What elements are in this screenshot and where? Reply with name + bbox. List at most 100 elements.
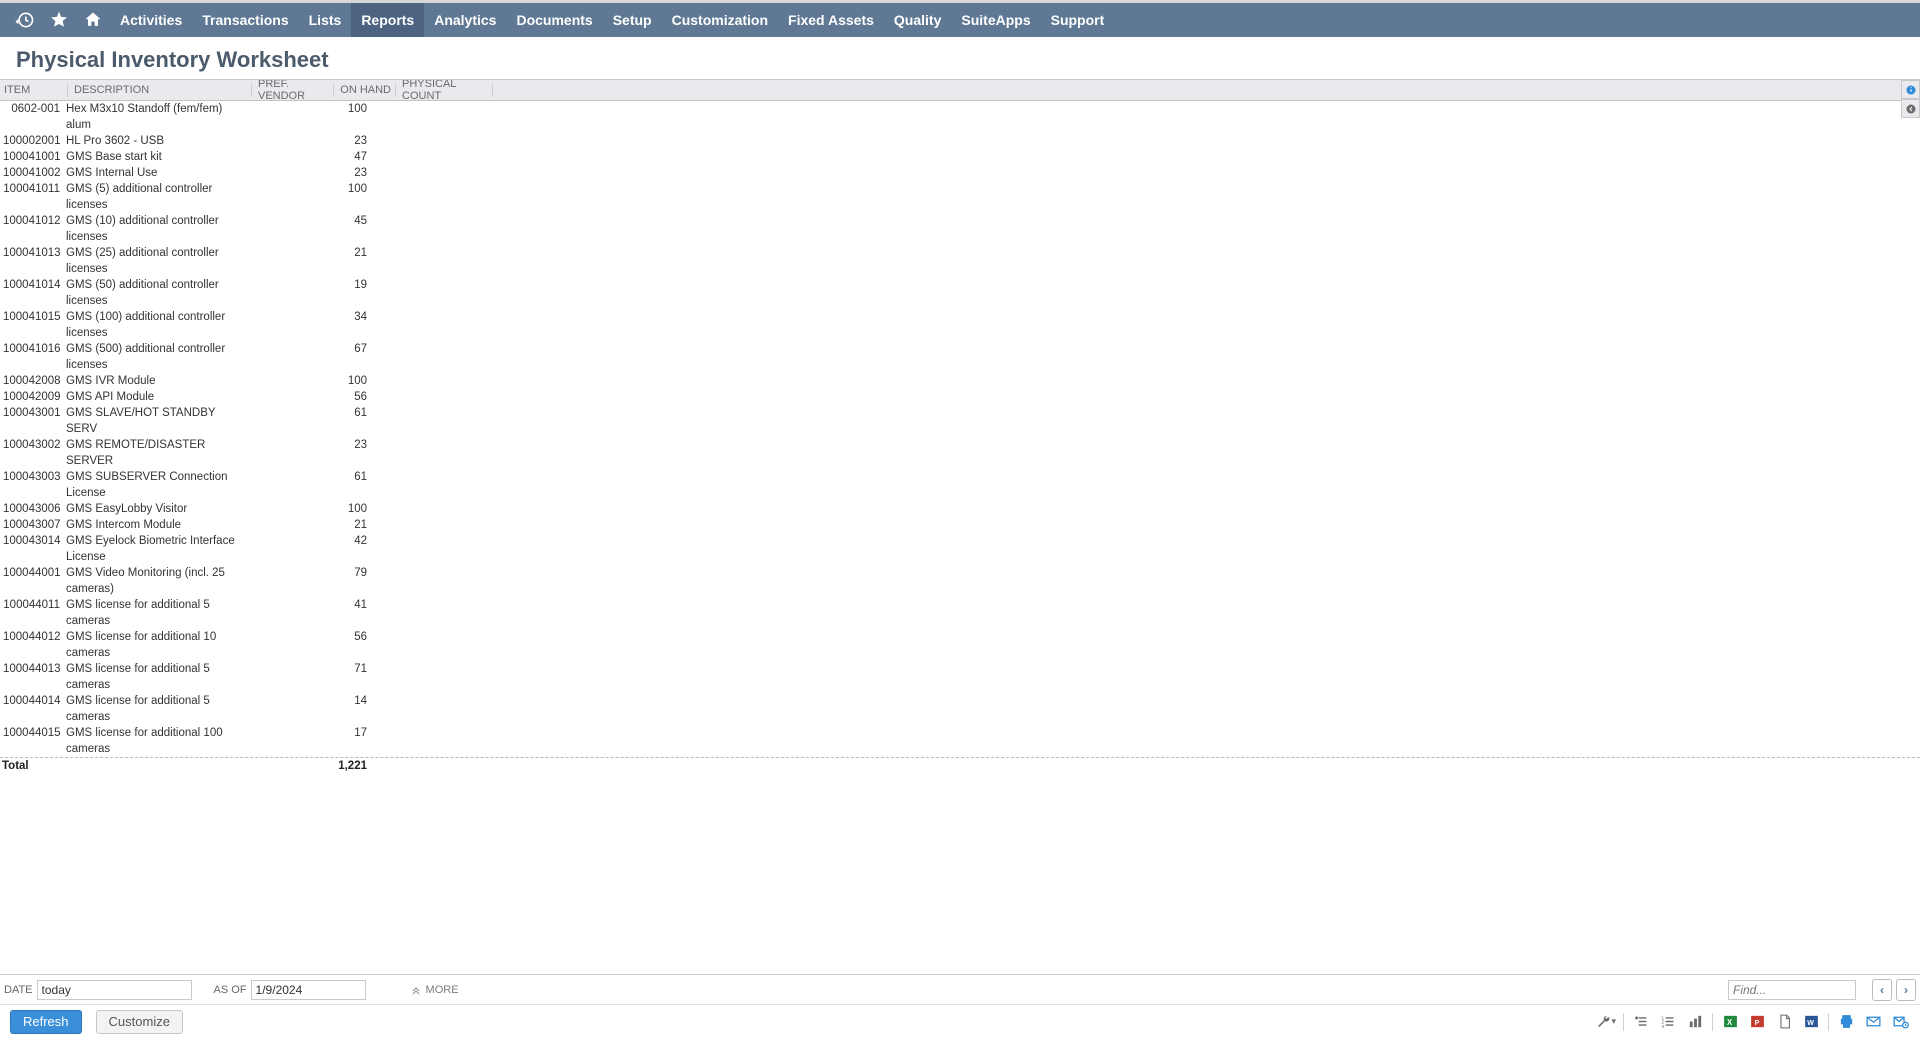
wrench-icon[interactable]: ▾ bbox=[1596, 1012, 1616, 1032]
print-icon[interactable] bbox=[1836, 1012, 1856, 1032]
collapse-icon[interactable] bbox=[1901, 99, 1920, 118]
cell-item: 100043014 bbox=[0, 533, 63, 549]
cell-onhand: 23 bbox=[315, 437, 370, 453]
table-total-row: Total1,221 bbox=[0, 757, 1920, 774]
table-row[interactable]: 100041016GMS (500) additional controller… bbox=[0, 341, 1920, 373]
customize-button[interactable]: Customize bbox=[96, 1010, 183, 1034]
cell-description: GMS (50) additional controller licenses bbox=[63, 277, 240, 309]
cell-onhand: 79 bbox=[315, 565, 370, 581]
nav-activities[interactable]: Activities bbox=[110, 3, 192, 37]
cell-item: 100041002 bbox=[0, 165, 63, 181]
cell-description: GMS (25) additional controller licenses bbox=[63, 245, 240, 277]
numbered-list-icon[interactable]: 123 bbox=[1658, 1012, 1678, 1032]
cell-onhand: 23 bbox=[315, 133, 370, 149]
cell-onhand: 47 bbox=[315, 149, 370, 165]
cell-item: 100044001 bbox=[0, 565, 63, 581]
refresh-button[interactable]: Refresh bbox=[10, 1010, 82, 1034]
table-row[interactable]: 0602-001Hex M3x10 Standoff (fem/fem) alu… bbox=[0, 101, 1920, 133]
cell-onhand: 100 bbox=[315, 501, 370, 517]
table-row[interactable]: 100044011GMS license for additional 5 ca… bbox=[0, 597, 1920, 629]
nav-transactions[interactable]: Transactions bbox=[192, 3, 298, 37]
cell-item: 100041012 bbox=[0, 213, 63, 229]
date-input[interactable] bbox=[37, 980, 192, 1000]
table-row[interactable]: 100041015GMS (100) additional controller… bbox=[0, 309, 1920, 341]
schedule-icon[interactable] bbox=[1890, 1012, 1910, 1032]
table-row[interactable]: 100043003GMS SUBSERVER Connection Licens… bbox=[0, 469, 1920, 501]
nav-reports[interactable]: Reports bbox=[351, 3, 424, 37]
table-row[interactable]: 100041014GMS (50) additional controller … bbox=[0, 277, 1920, 309]
cell-onhand: 19 bbox=[315, 277, 370, 293]
cell-item: 100041011 bbox=[0, 181, 63, 197]
nav-quality[interactable]: Quality bbox=[884, 3, 951, 37]
col-onhand[interactable]: ON HAND bbox=[340, 84, 391, 96]
table-row[interactable]: 100042009GMS API Module56 bbox=[0, 389, 1920, 405]
export-pdf-icon[interactable]: P bbox=[1747, 1012, 1767, 1032]
cell-onhand: 100 bbox=[315, 181, 370, 197]
col-item[interactable]: ITEM bbox=[4, 84, 30, 96]
nav-fixed-assets[interactable]: Fixed Assets bbox=[778, 3, 884, 37]
export-excel-icon[interactable]: X bbox=[1720, 1012, 1740, 1032]
cell-description: GMS REMOTE/DISASTER SERVER bbox=[63, 437, 240, 469]
cell-onhand: 14 bbox=[315, 693, 370, 709]
export-word-icon[interactable]: W bbox=[1801, 1012, 1821, 1032]
table-row[interactable]: 100043007GMS Intercom Module21 bbox=[0, 517, 1920, 533]
nav-customization[interactable]: Customization bbox=[662, 3, 778, 37]
cell-onhand: 34 bbox=[315, 309, 370, 325]
cell-onhand: 67 bbox=[315, 341, 370, 357]
nav-setup[interactable]: Setup bbox=[603, 3, 662, 37]
prev-page-button[interactable]: ‹ bbox=[1872, 979, 1892, 1001]
cell-description: GMS Base start kit bbox=[63, 149, 240, 165]
table-row[interactable]: 100041011GMS (5) additional controller l… bbox=[0, 181, 1920, 213]
table-row[interactable]: 100041002GMS Internal Use23 bbox=[0, 165, 1920, 181]
table-row[interactable]: 100044014GMS license for additional 5 ca… bbox=[0, 693, 1920, 725]
col-count[interactable]: PHYSICAL COUNT bbox=[402, 79, 492, 102]
cell-onhand: 45 bbox=[315, 213, 370, 229]
cell-description: GMS (5) additional controller licenses bbox=[63, 181, 240, 213]
star-icon[interactable] bbox=[42, 3, 76, 37]
nav-analytics[interactable]: Analytics bbox=[424, 3, 506, 37]
table-row[interactable]: 100041013GMS (25) additional controller … bbox=[0, 245, 1920, 277]
nav-lists[interactable]: Lists bbox=[299, 3, 352, 37]
table-row[interactable]: 100043001GMS SLAVE/HOT STANDBY SERV61 bbox=[0, 405, 1920, 437]
svg-text:W: W bbox=[1807, 1019, 1814, 1027]
table-row[interactable]: 100002001HL Pro 3602 - USB23 bbox=[0, 133, 1920, 149]
cell-description: GMS license for additional 100 cameras bbox=[63, 725, 240, 757]
cell-description: GMS API Module bbox=[63, 389, 240, 405]
cell-item: 100002001 bbox=[0, 133, 63, 149]
table-row[interactable]: 100044012GMS license for additional 10 c… bbox=[0, 629, 1920, 661]
history-icon[interactable] bbox=[8, 3, 42, 37]
svg-text:P: P bbox=[1754, 1019, 1759, 1027]
cell-description: GMS Eyelock Biometric Interface License bbox=[63, 533, 240, 565]
export-doc-icon[interactable] bbox=[1774, 1012, 1794, 1032]
more-toggle[interactable]: MORE bbox=[410, 984, 459, 996]
nav-suiteapps[interactable]: SuiteApps bbox=[951, 3, 1040, 37]
filter-lines-icon[interactable] bbox=[1631, 1012, 1651, 1032]
bar-chart-icon[interactable] bbox=[1685, 1012, 1705, 1032]
svg-text:X: X bbox=[1726, 1018, 1732, 1027]
nav-documents[interactable]: Documents bbox=[506, 3, 602, 37]
home-icon[interactable] bbox=[76, 3, 110, 37]
col-description[interactable]: DESCRIPTION bbox=[74, 84, 149, 96]
table-row[interactable]: 100044001GMS Video Monitoring (incl. 25 … bbox=[0, 565, 1920, 597]
cell-onhand: 71 bbox=[315, 661, 370, 677]
next-page-button[interactable]: › bbox=[1896, 979, 1916, 1001]
cell-item: 100042008 bbox=[0, 373, 63, 389]
cell-item: 0602-001 bbox=[0, 101, 63, 117]
info-icon[interactable] bbox=[1901, 80, 1920, 99]
table-row[interactable]: 100042008GMS IVR Module100 bbox=[0, 373, 1920, 389]
cell-onhand: 23 bbox=[315, 165, 370, 181]
email-icon[interactable] bbox=[1863, 1012, 1883, 1032]
table-row[interactable]: 100041012GMS (10) additional controller … bbox=[0, 213, 1920, 245]
find-input[interactable] bbox=[1728, 980, 1856, 1000]
cell-item: 100044013 bbox=[0, 661, 63, 677]
top-nav: ActivitiesTransactionsListsReportsAnalyt… bbox=[0, 3, 1920, 37]
nav-support[interactable]: Support bbox=[1041, 3, 1115, 37]
table-row[interactable]: 100044013GMS license for additional 5 ca… bbox=[0, 661, 1920, 693]
table-row[interactable]: 100043002GMS REMOTE/DISASTER SERVER23 bbox=[0, 437, 1920, 469]
table-row[interactable]: 100044015GMS license for additional 100 … bbox=[0, 725, 1920, 757]
col-vendor[interactable]: PREF. VENDOR bbox=[258, 79, 333, 102]
table-row[interactable]: 100041001GMS Base start kit47 bbox=[0, 149, 1920, 165]
asof-input[interactable] bbox=[251, 980, 366, 1000]
table-row[interactable]: 100043006GMS EasyLobby Visitor100 bbox=[0, 501, 1920, 517]
table-row[interactable]: 100043014GMS Eyelock Biometric Interface… bbox=[0, 533, 1920, 565]
